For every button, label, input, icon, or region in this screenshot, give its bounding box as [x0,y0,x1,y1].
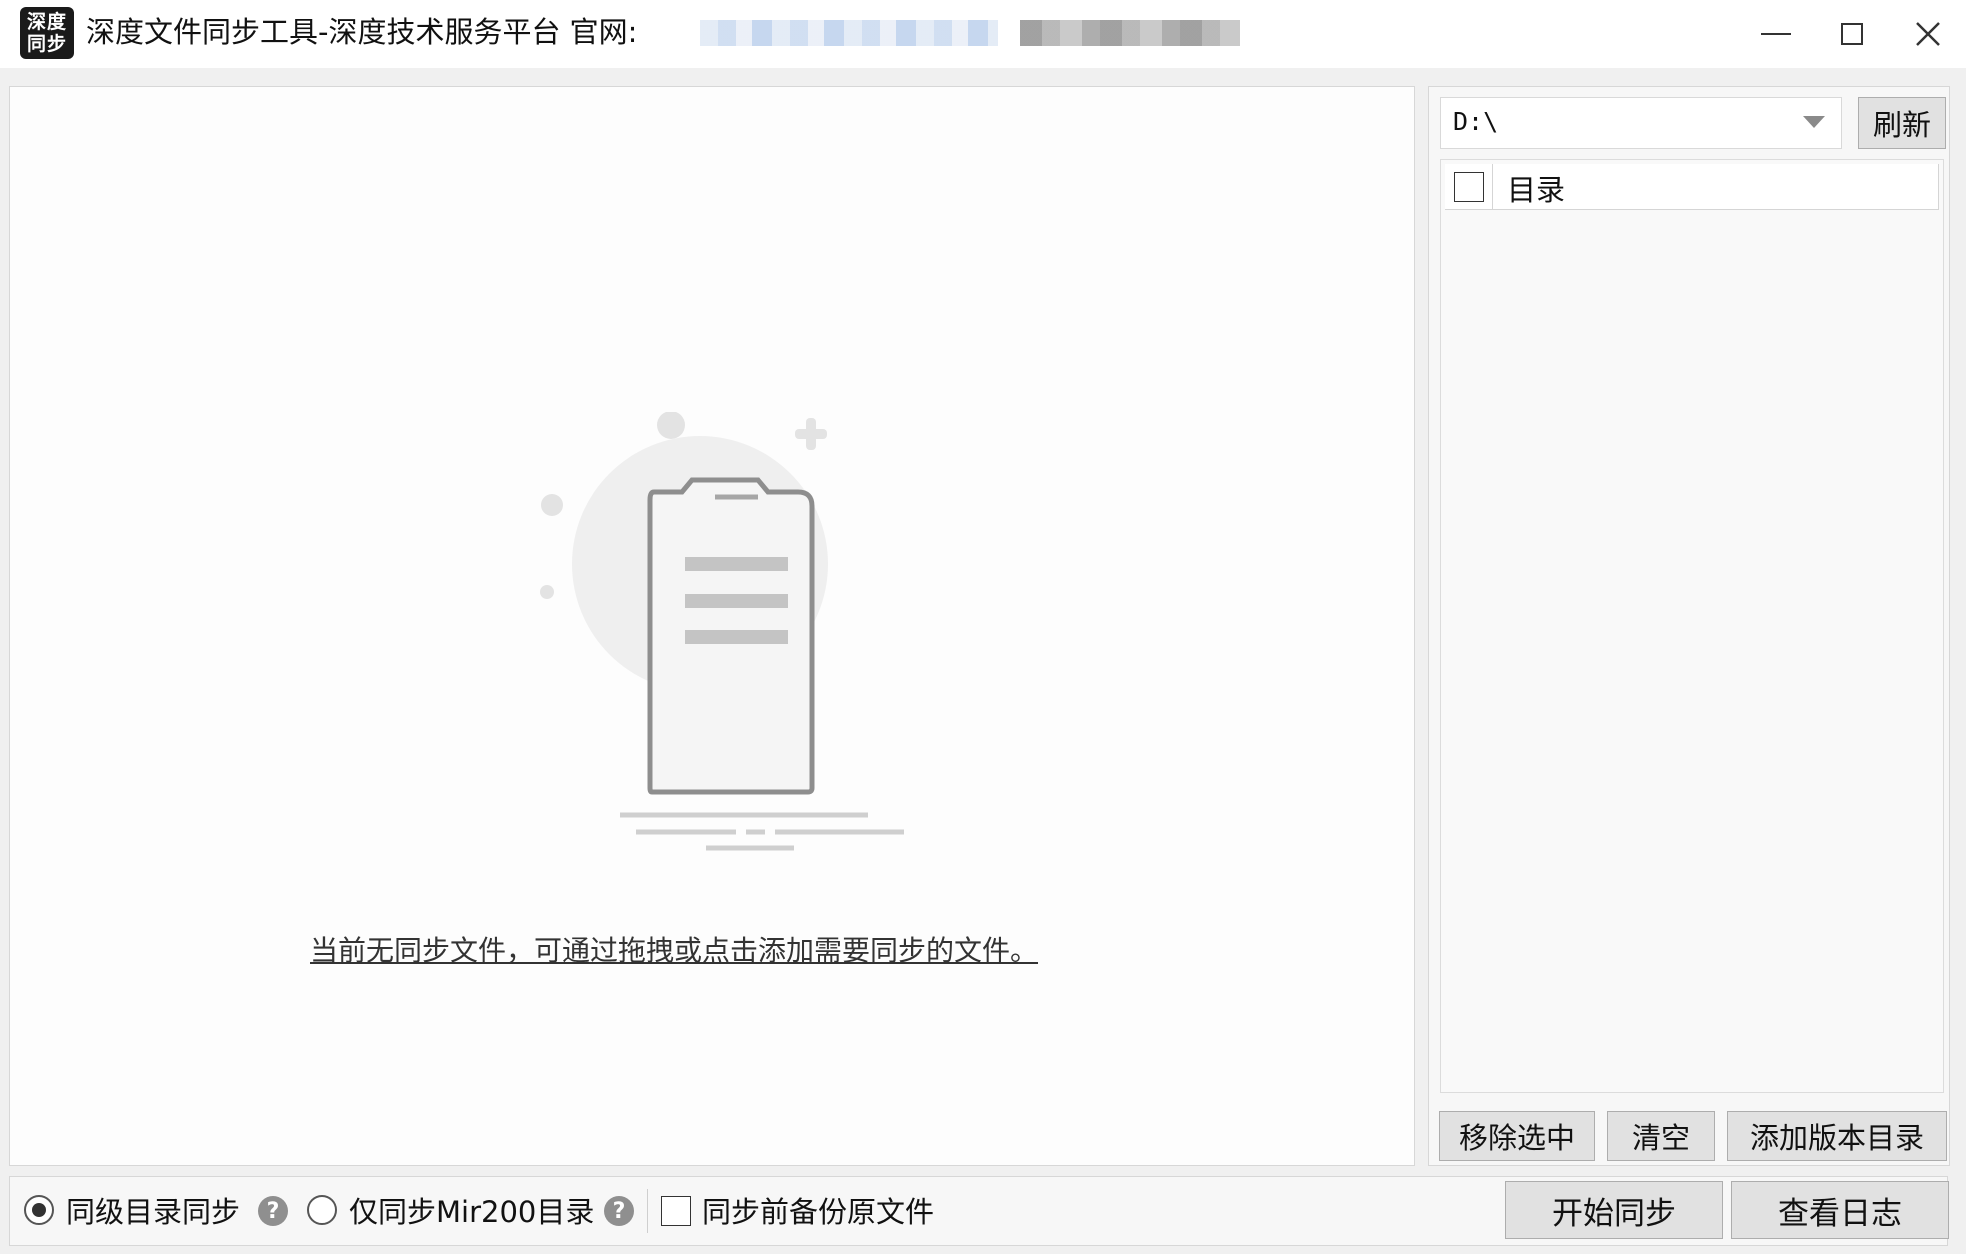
same-level-sync-label[interactable]: 同级目录同步 [66,1189,240,1231]
only-mir200-sync-label[interactable]: 仅同步Mir200目录 [349,1189,594,1231]
file-drop-area[interactable]: 当前无同步文件，可通过拖拽或点击添加需要同步的文件。 [9,86,1415,1166]
drive-select-value: D:\ [1453,107,1499,136]
add-version-directory-button[interactable]: 添加版本目录 [1727,1111,1947,1161]
redacted-text [1020,20,1240,46]
refresh-button[interactable]: 刷新 [1858,97,1946,149]
add-files-hint-link[interactable]: 当前无同步文件，可通过拖拽或点击添加需要同步的文件。 [310,929,1038,969]
window-title: 深度文件同步工具-深度技术服务平台 官网: [86,15,638,49]
title-bar: 深度 同步 深度文件同步工具-深度技术服务平台 官网: [0,0,1966,68]
divider [647,1189,648,1233]
start-sync-button[interactable]: 开始同步 [1505,1181,1723,1239]
maximize-button[interactable] [1814,0,1890,68]
directory-list[interactable]: 目录 [1440,159,1944,1093]
clear-button[interactable]: 清空 [1607,1111,1715,1161]
backup-before-sync-checkbox[interactable] [661,1196,691,1226]
close-button[interactable] [1890,0,1966,68]
select-all-checkbox[interactable] [1454,172,1484,202]
app-logo: 深度 同步 [20,7,74,59]
header-checkbox-cell [1445,164,1493,209]
only-mir200-sync-radio[interactable] [307,1195,337,1225]
minimize-button[interactable] [1738,0,1814,68]
maximize-icon [1841,23,1863,45]
redacted-url [700,20,998,46]
chevron-down-icon[interactable] [1803,116,1825,128]
empty-clipboard-icon [540,412,904,851]
column-header-directory[interactable]: 目录 [1507,167,1565,209]
directory-list-header: 目录 [1445,164,1939,210]
help-icon-mir200[interactable]: ? [604,1196,634,1226]
logo-text-line2: 同步 [26,33,67,55]
drive-select[interactable]: D:\ [1440,97,1842,149]
view-log-button[interactable]: 查看日志 [1731,1181,1949,1239]
backup-before-sync-label[interactable]: 同步前备份原文件 [702,1189,934,1231]
options-bar: 同级目录同步 ? 仅同步Mir200目录 ? 同步前备份原文件 开始同步 查看日… [9,1176,1949,1246]
minimize-icon [1761,33,1791,35]
logo-text-line1: 深度 [26,11,67,33]
help-icon-same-level[interactable]: ? [258,1196,288,1226]
directory-panel: D:\ 刷新 目录 移除选中 清空 添加版本目录 [1428,86,1950,1166]
remove-selected-button[interactable]: 移除选中 [1439,1111,1595,1161]
close-icon [1916,22,1940,46]
same-level-sync-radio[interactable] [24,1195,54,1225]
